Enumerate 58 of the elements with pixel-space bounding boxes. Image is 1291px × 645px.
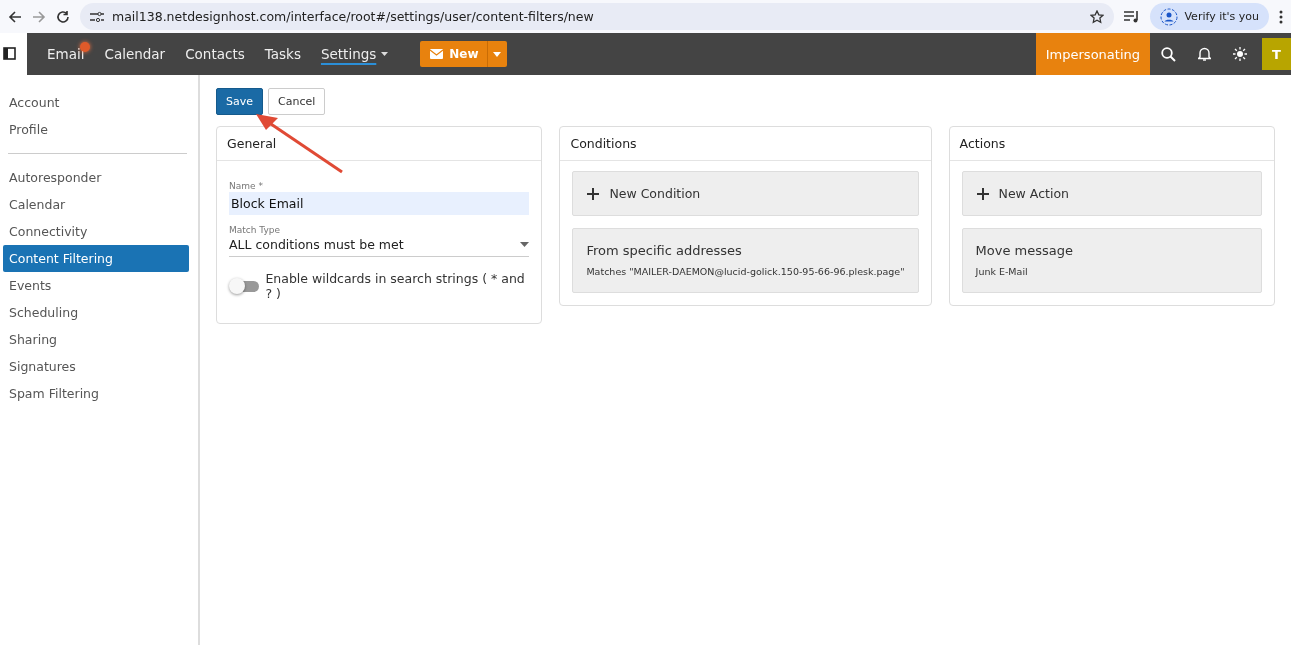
back-icon	[8, 9, 22, 24]
match-type-dropdown[interactable]: ALL conditions must be met	[229, 235, 530, 257]
entry-title: From specific addresses	[586, 243, 743, 258]
address-bar[interactable]: mail138.netdesignhost.com/interface/root#/settings/user/content-filters/new	[80, 3, 1115, 30]
nav-tab[interactable]: Contacts	[175, 40, 255, 68]
condition-card[interactable]: From specific addresses Matches "MAILER-DAEMON@lucid-golick.150-95-66-96.plesk.page"	[572, 228, 919, 293]
cancel-button[interactable]: Cancel	[268, 88, 326, 115]
sidebar-item[interactable]: Autoresponder	[3, 164, 189, 191]
entry-detail: Matches "MAILER-DAEMON@lucid-golick.150-95-66-96.plesk.page"	[586, 266, 905, 277]
forward-icon	[32, 9, 46, 24]
caret-icon	[493, 51, 502, 57]
panel-title: Actions	[949, 127, 1274, 161]
toggle-label: Enable wildcards in search strings ( * and ? )	[265, 271, 526, 301]
action-card[interactable]: Move message Junk E-Mail	[961, 228, 1262, 293]
nav-tab[interactable]: Email	[37, 40, 95, 68]
profile-button[interactable]: Verify it's you	[1150, 3, 1269, 30]
caret-icon	[520, 242, 530, 247]
sidebar-item[interactable]: Sharing	[3, 326, 189, 353]
add-condition-button[interactable]: New Condition	[572, 171, 919, 216]
bell-icon	[1197, 47, 1211, 61]
person-icon	[1160, 7, 1179, 26]
url-text: mail138.netdesignhost.com/interface/root#/settings/user/content-filters/new	[112, 9, 595, 24]
sidebar-item[interactable]: Scheduling	[3, 299, 189, 326]
search-icon	[1160, 46, 1176, 62]
nav-tab[interactable]: Settings	[310, 40, 399, 68]
media-icon	[1124, 9, 1141, 24]
plus-icon	[976, 187, 989, 200]
envelope-icon	[430, 49, 444, 59]
field-label: Match Type	[229, 225, 281, 235]
sidebar-item[interactable]: Content Filtering	[3, 245, 189, 272]
caret-icon	[381, 52, 389, 56]
new-dropdown-button[interactable]	[486, 41, 507, 67]
panel-title: General	[217, 127, 542, 161]
field-label: Name *	[229, 181, 264, 191]
reload-icon	[56, 9, 70, 24]
sidebar-item[interactable]: Signatures	[3, 353, 189, 380]
more-icon	[1279, 9, 1283, 24]
entry-detail: Junk E-Mail	[975, 266, 1029, 277]
name-field[interactable]: Block Email	[229, 192, 530, 215]
nav-tab[interactable]: Tasks	[254, 40, 311, 68]
plus-icon	[587, 187, 600, 200]
wildcards-toggle[interactable]	[229, 278, 258, 294]
star-icon	[1090, 9, 1105, 24]
sidebar-item[interactable]: Profile	[3, 116, 189, 143]
panel-title: Conditions	[560, 127, 931, 161]
sidebar-item[interactable]: Spam Filtering	[3, 380, 189, 407]
sidebar-item[interactable]: Connectivity	[3, 218, 189, 245]
sidebar-item[interactable]: Calendar	[3, 191, 189, 218]
nav-tab[interactable]: Calendar	[94, 40, 176, 68]
add-action-button[interactable]: New Action	[961, 171, 1262, 216]
site-settings-icon	[90, 10, 104, 23]
sidebar-toggle-icon	[3, 47, 16, 60]
entry-title: Move message	[975, 243, 1074, 258]
save-button[interactable]: Save	[216, 88, 263, 115]
impersonating-badge: Impersonating	[1035, 33, 1150, 75]
sun-icon	[1233, 47, 1247, 61]
sidebar-item[interactable]: Events	[3, 272, 189, 299]
sidebar-item[interactable]: Account	[3, 89, 189, 116]
